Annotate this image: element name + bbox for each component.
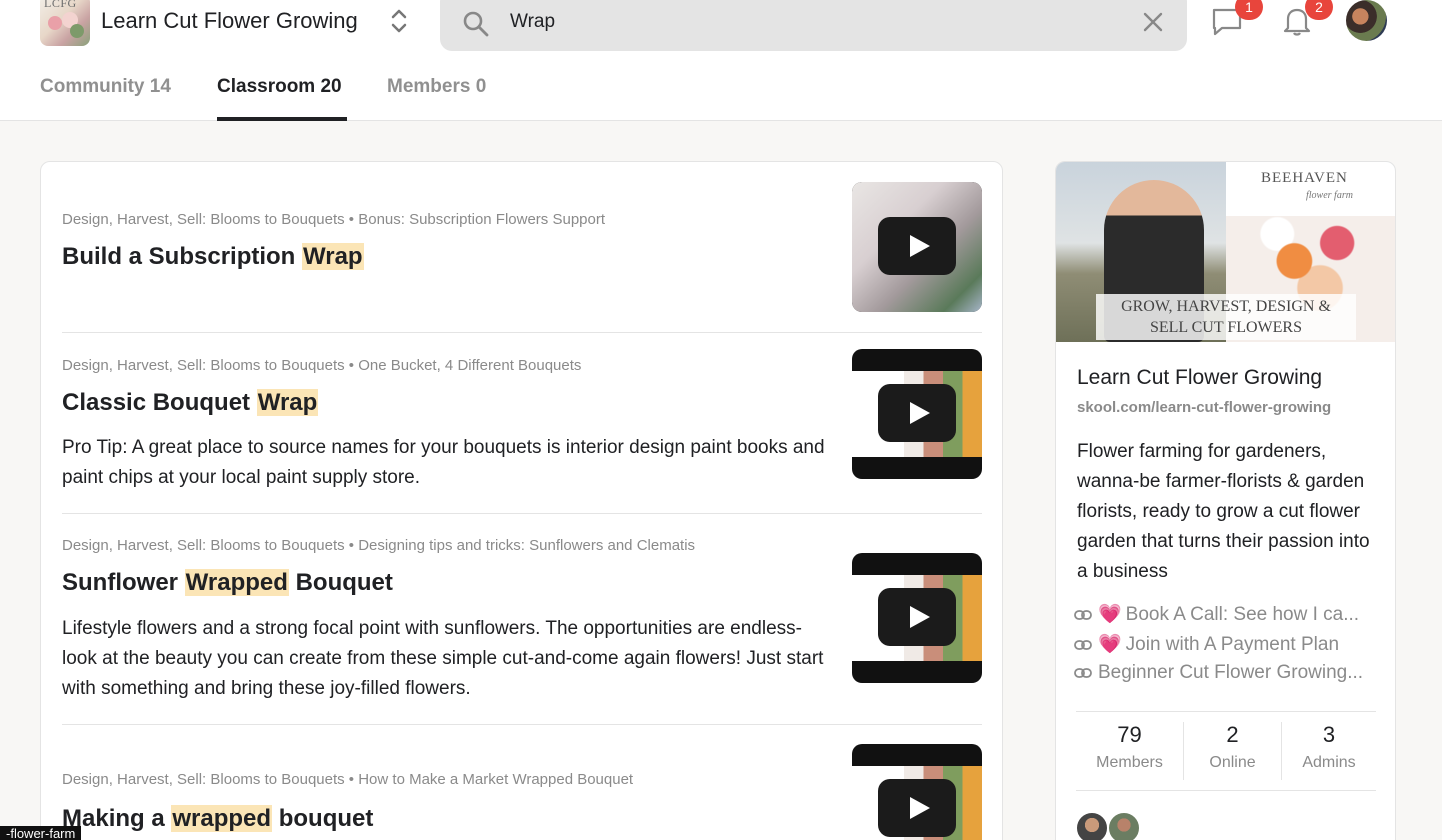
group-switcher-icon[interactable] bbox=[388, 6, 410, 36]
result-item[interactable]: Design, Harvest, Sell: Blooms to Bouquet… bbox=[62, 333, 982, 514]
result-breadcrumb: Design, Harvest, Sell: Blooms to Bouquet… bbox=[62, 357, 582, 374]
search-highlight: Wrap bbox=[302, 243, 364, 270]
video-thumbnail[interactable] bbox=[852, 349, 982, 479]
result-breadcrumb: Design, Harvest, Sell: Blooms to Bouquet… bbox=[62, 771, 634, 788]
logo-text: LCFG bbox=[44, 0, 77, 10]
result-title[interactable]: Classic Bouquet Wrap bbox=[62, 389, 319, 417]
stat-admins[interactable]: 3 Admins bbox=[1282, 722, 1376, 772]
group-stats: 79 Members 2 Online 3 Admins bbox=[1076, 711, 1376, 791]
cover-brand-sub: flower farm bbox=[1306, 190, 1353, 201]
group-about-card: BEEHAVEN flower farm GROW, HARVEST, DESI… bbox=[1055, 161, 1396, 840]
notification-badge: 2 bbox=[1305, 0, 1333, 20]
video-thumbnail[interactable] bbox=[852, 744, 982, 840]
result-item[interactable]: Design, Harvest, Sell: Blooms to Bouquet… bbox=[62, 725, 982, 840]
search-results: Design, Harvest, Sell: Blooms to Bouquet… bbox=[40, 161, 1003, 840]
video-thumbnail[interactable] bbox=[852, 553, 982, 683]
link-icon bbox=[1074, 640, 1092, 650]
result-title[interactable]: Making a wrapped bouquet bbox=[62, 805, 373, 833]
play-icon bbox=[878, 384, 956, 442]
tab-members[interactable]: Members 0 bbox=[387, 76, 486, 98]
group-description: Flower farming for gardeners, wanna-be f… bbox=[1077, 441, 1370, 582]
logo-leaf bbox=[70, 24, 84, 38]
play-icon bbox=[878, 217, 956, 275]
user-avatar[interactable] bbox=[1346, 0, 1387, 41]
tab-community[interactable]: Community 14 bbox=[40, 76, 171, 98]
heart-icon: 💗 bbox=[1098, 604, 1122, 625]
group-title: Learn Cut Flower Growing bbox=[1077, 366, 1323, 389]
group-link[interactable]: 💗 Book A Call: See how I ca... bbox=[1074, 602, 1374, 628]
cover-brand: BEEHAVEN bbox=[1261, 170, 1348, 186]
logo-flower bbox=[48, 16, 62, 30]
search-icon bbox=[463, 11, 489, 37]
group-name[interactable]: Learn Cut Flower Growing bbox=[101, 8, 358, 34]
clear-search-icon[interactable] bbox=[1141, 10, 1165, 34]
link-icon bbox=[1074, 668, 1092, 678]
member-avatar[interactable] bbox=[1075, 811, 1109, 840]
group-cover-image: BEEHAVEN flower farm GROW, HARVEST, DESI… bbox=[1056, 162, 1395, 342]
search-highlight: wrapped bbox=[171, 805, 273, 832]
result-title[interactable]: Sunflower Wrapped Bouquet bbox=[62, 569, 393, 597]
result-description: Lifestyle flowers and a strong focal poi… bbox=[62, 618, 824, 699]
group-link[interactable]: 💗 Join with A Payment Plan bbox=[1074, 632, 1374, 658]
heart-icon: 💗 bbox=[1098, 634, 1122, 655]
status-tooltip: -flower-farm bbox=[0, 826, 82, 840]
play-icon bbox=[878, 588, 956, 646]
group-link[interactable]: Beginner Cut Flower Growing... bbox=[1074, 662, 1374, 688]
result-item[interactable]: Design, Harvest, Sell: Blooms to Bouquet… bbox=[62, 182, 982, 333]
group-url[interactable]: skool.com/learn-cut-flower-growing bbox=[1077, 399, 1331, 416]
result-description: Pro Tip: A great place to source names f… bbox=[62, 437, 825, 488]
search-highlight: Wrapped bbox=[184, 569, 289, 596]
play-icon bbox=[878, 779, 956, 837]
top-header: LCFG Learn Cut Flower Growing Wrap 1 2 C… bbox=[0, 0, 1442, 121]
link-icon bbox=[1074, 610, 1092, 620]
tab-classroom[interactable]: Classroom 20 bbox=[217, 76, 342, 98]
cover-tagline: GROW, HARVEST, DESIGN & SELL CUT FLOWERS bbox=[1096, 294, 1356, 340]
result-title[interactable]: Build a Subscription Wrap bbox=[62, 243, 364, 271]
search-bar[interactable]: Wrap bbox=[440, 0, 1187, 51]
chat-badge: 1 bbox=[1235, 0, 1263, 20]
search-highlight: Wrap bbox=[256, 389, 319, 416]
stat-online[interactable]: 2 Online bbox=[1184, 722, 1281, 772]
result-breadcrumb: Design, Harvest, Sell: Blooms to Bouquet… bbox=[62, 537, 696, 554]
result-breadcrumb: Design, Harvest, Sell: Blooms to Bouquet… bbox=[62, 211, 606, 228]
member-avatar[interactable] bbox=[1107, 811, 1141, 840]
active-tab-indicator bbox=[217, 117, 347, 121]
result-item[interactable]: Design, Harvest, Sell: Blooms to Bouquet… bbox=[62, 514, 982, 725]
video-thumbnail[interactable] bbox=[852, 182, 982, 312]
group-logo[interactable]: LCFG bbox=[40, 0, 90, 46]
stat-members[interactable]: 79 Members bbox=[1076, 722, 1183, 772]
search-input[interactable]: Wrap bbox=[510, 11, 555, 33]
